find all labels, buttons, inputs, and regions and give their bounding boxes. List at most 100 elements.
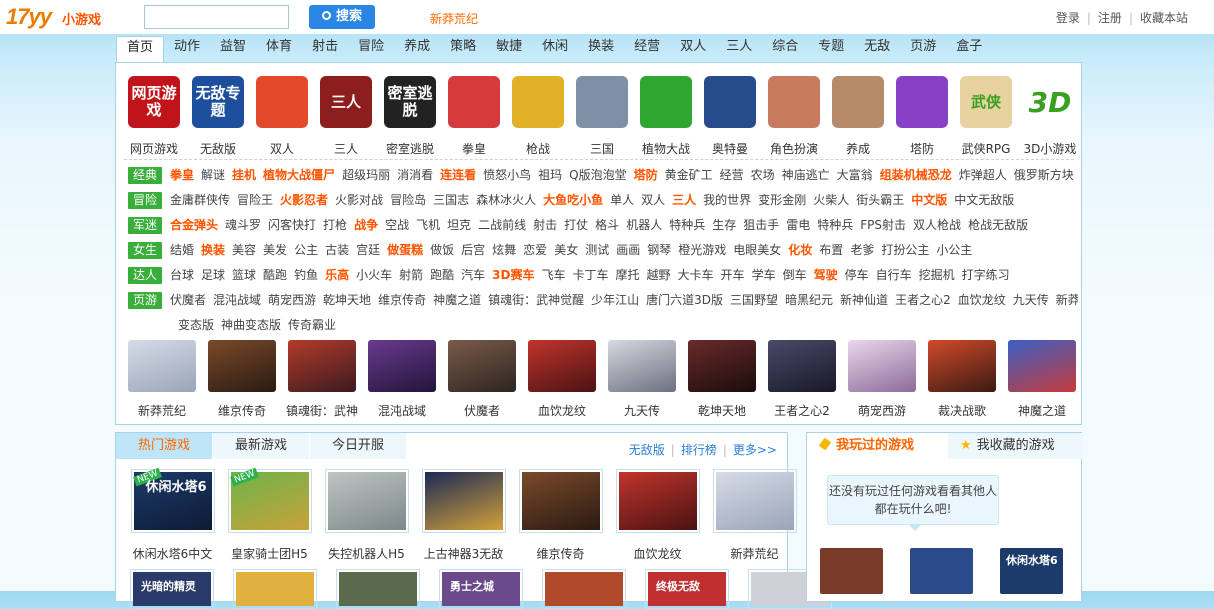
- tag-link[interactable]: 塔防: [634, 168, 658, 182]
- nav-item[interactable]: 冒险: [348, 36, 394, 62]
- tag-link[interactable]: 大鱼吃小鱼: [543, 193, 603, 207]
- tab-played[interactable]: 我玩过的游戏: [807, 433, 948, 459]
- tag-link[interactable]: 变态版: [178, 318, 214, 332]
- game-thumbnail[interactable]: 终极无敌: [645, 569, 729, 609]
- tag-link[interactable]: 农场: [751, 168, 775, 182]
- tag-badge[interactable]: 达人: [128, 267, 162, 284]
- site-logo[interactable]: 17yy: [6, 4, 52, 30]
- tag-link[interactable]: 格斗: [595, 218, 619, 232]
- suggested-game-thumbnail[interactable]: 休闲水塔6: [1000, 548, 1063, 594]
- tag-link[interactable]: 篮球: [232, 268, 256, 282]
- nav-item[interactable]: 动作: [164, 36, 210, 62]
- category-item[interactable]: 拳皇: [442, 73, 506, 157]
- tag-link[interactable]: 战争: [354, 218, 378, 232]
- tag-link[interactable]: 超级玛丽: [342, 168, 390, 182]
- tag-link[interactable]: 三人: [672, 193, 696, 207]
- search-input[interactable]: [144, 5, 289, 29]
- tag-link[interactable]: 变形金刚: [758, 193, 806, 207]
- tag-link[interactable]: 射箭: [399, 268, 423, 282]
- tag-link[interactable]: 火影忍者: [280, 193, 328, 207]
- tag-link[interactable]: 钢琴: [647, 243, 671, 257]
- game-thumbnail[interactable]: [542, 569, 626, 609]
- tag-link[interactable]: 恋爱: [523, 243, 547, 257]
- tag-link[interactable]: 大富翁: [837, 168, 873, 182]
- tag-link[interactable]: 混沌战域: [213, 293, 261, 307]
- game-card[interactable]: 血饮龙纹: [609, 469, 706, 562]
- tag-link[interactable]: 自行车: [876, 268, 912, 282]
- tag-link[interactable]: 冒险岛: [390, 193, 426, 207]
- tag-link[interactable]: 打仗: [564, 218, 588, 232]
- tag-link[interactable]: 雷电: [786, 218, 810, 232]
- tag-link[interactable]: 公主: [294, 243, 318, 257]
- nav-item[interactable]: 三人: [716, 36, 762, 62]
- nav-item[interactable]: 休闲: [532, 36, 578, 62]
- tag-link[interactable]: 血饮龙纹: [958, 293, 1006, 307]
- tag-link[interactable]: 做饭: [430, 243, 454, 257]
- category-item[interactable]: 塔防: [890, 73, 954, 157]
- nav-item[interactable]: 射击: [302, 36, 348, 62]
- featured-game[interactable]: 神魔之道: [1002, 340, 1082, 419]
- game-thumbnail[interactable]: [233, 569, 317, 609]
- nav-item[interactable]: 体育: [256, 36, 302, 62]
- tag-link[interactable]: 暗黑纪元: [785, 293, 833, 307]
- tag-link[interactable]: 结婚: [170, 243, 194, 257]
- tag-link[interactable]: 火影对战: [335, 193, 383, 207]
- tag-badge[interactable]: 女生: [128, 242, 162, 259]
- featured-game[interactable]: 萌宠西游: [842, 340, 922, 419]
- tag-link[interactable]: 魂斗罗: [225, 218, 261, 232]
- tag-link[interactable]: 打字练习: [962, 268, 1010, 282]
- tag-link[interactable]: 新莽荒纪: [1056, 293, 1078, 307]
- tag-link[interactable]: 越野: [647, 268, 671, 282]
- featured-game[interactable]: 镇魂街：武神: [282, 340, 362, 419]
- game-card[interactable]: NEW 皇家骑士团H5: [221, 467, 318, 562]
- game-card[interactable]: 上古神器3无敌: [415, 469, 512, 562]
- tag-link[interactable]: 3D赛车: [492, 268, 534, 282]
- wudi-link[interactable]: 无敌版: [629, 443, 665, 457]
- tag-link[interactable]: 橙光游戏: [678, 243, 726, 257]
- tag-badge[interactable]: 经典: [128, 167, 162, 184]
- tag-link[interactable]: 驾驶: [814, 268, 838, 282]
- tag-link[interactable]: 美发: [263, 243, 287, 257]
- tag-link[interactable]: 单人: [610, 193, 634, 207]
- bookmark-link[interactable]: 收藏本站: [1140, 11, 1188, 25]
- tag-link[interactable]: 飞机: [416, 218, 440, 232]
- tag-link[interactable]: 二战前线: [478, 218, 526, 232]
- tag-link[interactable]: 少年江山: [591, 293, 639, 307]
- game-card[interactable]: 新莽荒纪: [706, 469, 803, 562]
- tag-link[interactable]: 炫舞: [492, 243, 516, 257]
- games-tab[interactable]: 最新游戏: [213, 433, 311, 459]
- suggested-game-thumbnail[interactable]: [820, 548, 883, 594]
- tag-link[interactable]: 黄金矿工: [665, 168, 713, 182]
- category-item[interactable]: 三国: [570, 73, 634, 157]
- tag-link[interactable]: 双人: [641, 193, 665, 207]
- tag-link[interactable]: 俄罗斯方块: [1014, 168, 1074, 182]
- tag-link[interactable]: 神曲变态版: [221, 318, 281, 332]
- tag-link[interactable]: 挂机: [232, 168, 256, 182]
- tag-link[interactable]: 金庸群侠传: [170, 193, 230, 207]
- tag-link[interactable]: 愤怒小鸟: [483, 168, 531, 182]
- game-card[interactable]: 失控机器人H5: [318, 469, 415, 562]
- tag-link[interactable]: 我的世界: [703, 193, 751, 207]
- category-item[interactable]: 武侠 武侠RPG: [954, 73, 1018, 157]
- tag-link[interactable]: 双人枪战: [913, 218, 961, 232]
- tag-link[interactable]: 打扮公主: [881, 243, 929, 257]
- featured-game[interactable]: 伏魔者: [442, 340, 522, 419]
- tag-link[interactable]: 中文版: [911, 193, 947, 207]
- featured-game[interactable]: 王者之心2: [762, 340, 842, 419]
- tag-link[interactable]: 乾坤天地: [323, 293, 371, 307]
- tag-link[interactable]: 开车: [721, 268, 745, 282]
- tag-link[interactable]: 消消看: [397, 168, 433, 182]
- tag-link[interactable]: 闪客快打: [268, 218, 316, 232]
- games-tab[interactable]: 今日开服: [310, 433, 408, 459]
- tag-link[interactable]: 测试: [585, 243, 609, 257]
- tag-link[interactable]: 狙击手: [743, 218, 779, 232]
- tag-link[interactable]: 摩托: [616, 268, 640, 282]
- tag-badge[interactable]: 页游: [128, 292, 162, 309]
- tag-link[interactable]: 枪战无敌版: [968, 218, 1028, 232]
- tag-link[interactable]: 美容: [232, 243, 256, 257]
- tag-link[interactable]: 中文无敌版: [954, 193, 1014, 207]
- tag-badge[interactable]: 冒险: [128, 192, 162, 209]
- tag-link[interactable]: 传奇霸业: [288, 318, 336, 332]
- category-item[interactable]: 三人 三人: [314, 73, 378, 157]
- tag-link[interactable]: 倒车: [783, 268, 807, 282]
